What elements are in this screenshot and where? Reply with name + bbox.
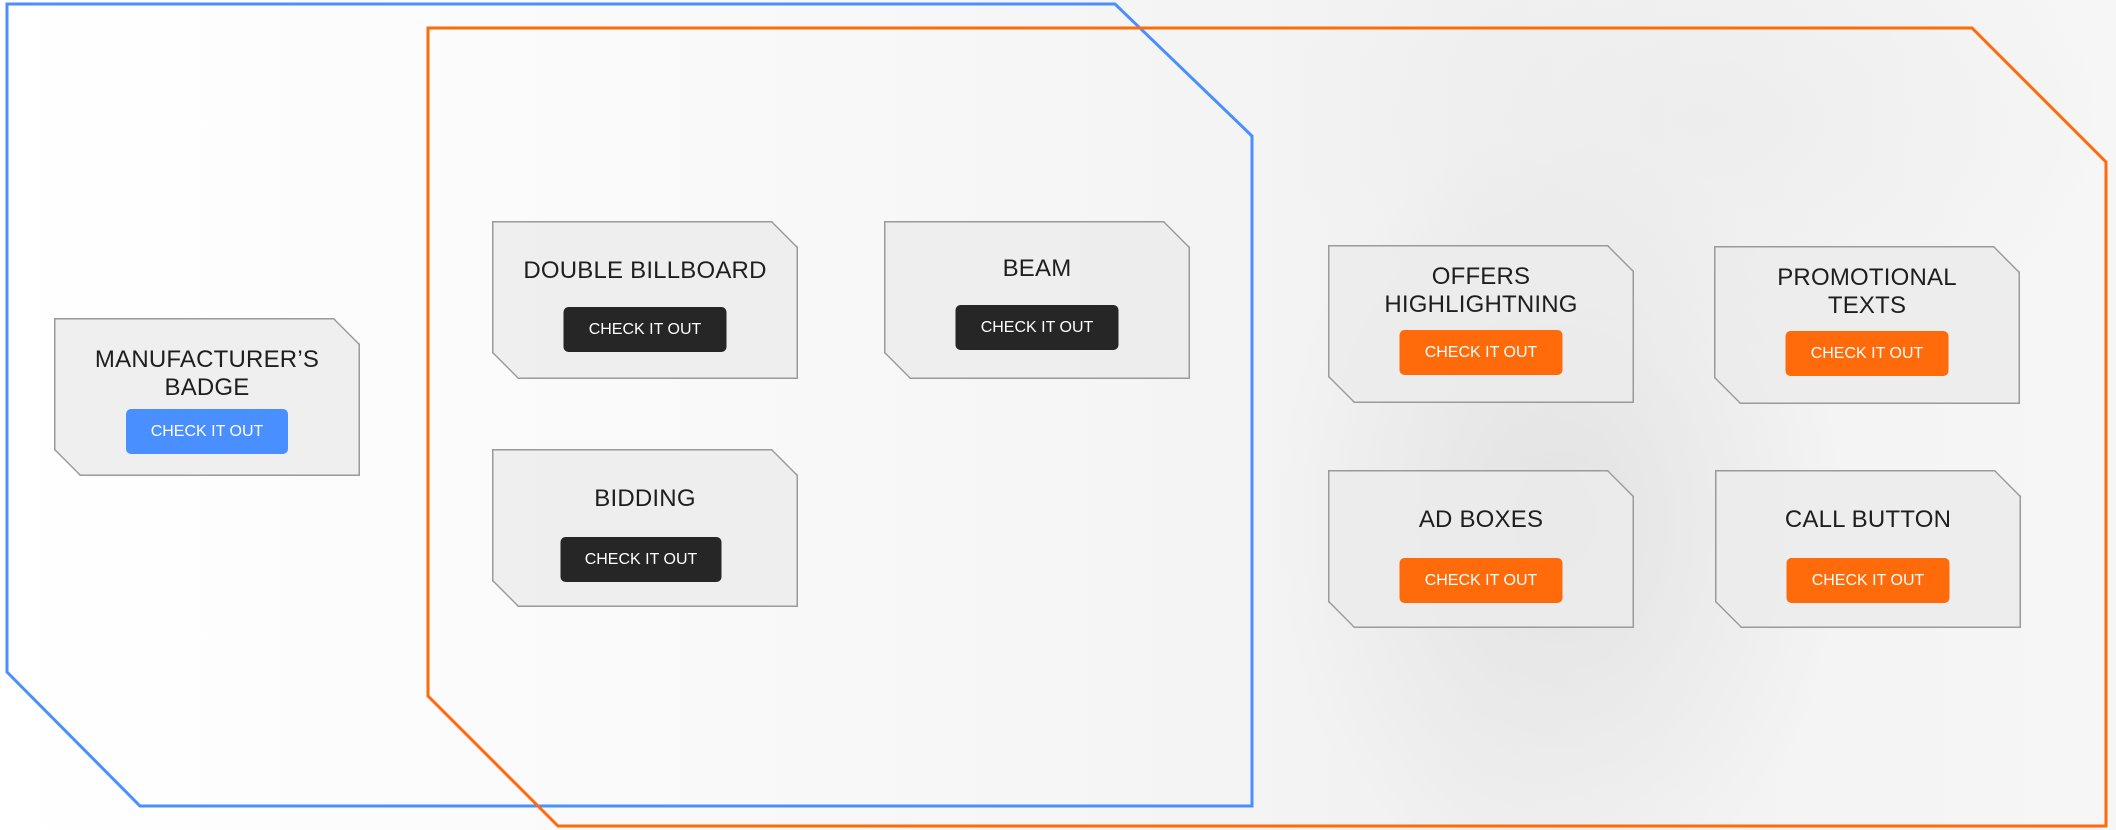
card-title: OFFERS HIGHLIGHTNING bbox=[1384, 263, 1578, 318]
card-outline bbox=[492, 221, 798, 379]
card-title: DOUBLE BILLBOARD bbox=[523, 257, 767, 284]
card-bidding: BIDDING CHECK IT OUT bbox=[492, 449, 798, 607]
card-beam: BEAM CHECK IT OUT bbox=[884, 221, 1190, 379]
check-it-out-button-offers-highlightning[interactable]: CHECK IT OUT bbox=[1399, 330, 1563, 375]
card-outline bbox=[884, 221, 1190, 379]
check-it-out-button-ad-boxes[interactable]: CHECK IT OUT bbox=[1399, 558, 1563, 603]
card-title: CALL BUTTON bbox=[1784, 506, 1952, 533]
card-outline bbox=[492, 449, 798, 607]
card-title: PROMOTIONAL TEXTS bbox=[1777, 264, 1957, 319]
card-title: BIDDING bbox=[594, 485, 696, 512]
card-title: MANUFACTURER’S BADGE bbox=[94, 346, 320, 401]
check-it-out-button-manufacturers-badge[interactable]: CHECK IT OUT bbox=[126, 409, 288, 454]
card-promotional-texts: PROMOTIONAL TEXTS CHECK IT OUT bbox=[1714, 246, 2020, 404]
card-call-button: CALL BUTTON CHECK IT OUT bbox=[1715, 470, 2021, 628]
check-it-out-button-beam[interactable]: CHECK IT OUT bbox=[955, 305, 1119, 350]
card-title: BEAM bbox=[1002, 255, 1072, 282]
card-outline bbox=[1715, 470, 2021, 628]
card-double-billboard: DOUBLE BILLBOARD CHECK IT OUT bbox=[492, 221, 798, 379]
card-manufacturers-badge: MANUFACTURER’S BADGE CHECK IT OUT bbox=[54, 318, 360, 476]
orange-group-frame bbox=[426, 26, 2108, 828]
card-title: AD BOXES bbox=[1418, 506, 1544, 533]
card-outline bbox=[1328, 470, 1634, 628]
check-it-out-button-double-billboard[interactable]: CHECK IT OUT bbox=[563, 307, 727, 352]
check-it-out-button-call-button[interactable]: CHECK IT OUT bbox=[1786, 558, 1950, 603]
card-offers-highlightning: OFFERS HIGHLIGHTNING CHECK IT OUT bbox=[1328, 245, 1634, 403]
check-it-out-button-promotional-texts[interactable]: CHECK IT OUT bbox=[1785, 331, 1949, 376]
card-ad-boxes: AD BOXES CHECK IT OUT bbox=[1328, 470, 1634, 628]
check-it-out-button-bidding[interactable]: CHECK IT OUT bbox=[560, 537, 722, 582]
